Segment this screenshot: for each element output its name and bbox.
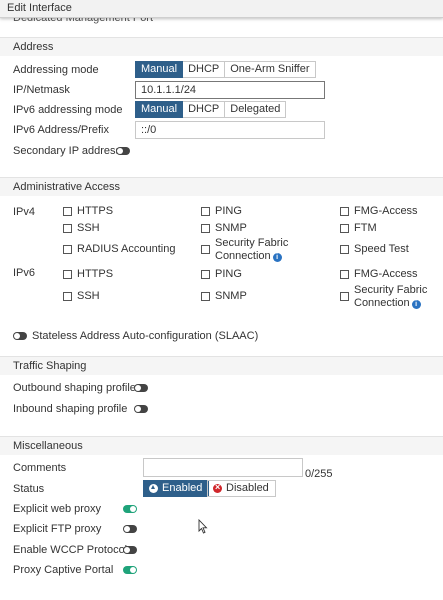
- mouse-cursor-icon: [198, 519, 208, 534]
- ipv6-mode-dhcp[interactable]: DHCP: [183, 101, 226, 118]
- ipv4-ftm-label: FTM: [354, 222, 377, 234]
- status-enabled-button[interactable]: Enabled: [143, 480, 210, 497]
- inbound-shaping-label: Inbound shaping profile: [13, 403, 128, 415]
- ip-netmask-label: IP/Netmask: [13, 84, 70, 96]
- secondary-ip-label: Secondary IP address: [13, 145, 122, 157]
- ipv4-fmg-access-label: FMG-Access: [354, 205, 418, 217]
- ipv4-label: IPv4: [13, 206, 36, 218]
- wccp-label: Enable WCCP Protocol: [13, 544, 128, 556]
- status-disabled-button[interactable]: Disabled: [207, 480, 276, 497]
- admin-access-section-header: Administrative Access: [0, 177, 443, 196]
- secondary-ip-toggle[interactable]: [116, 147, 130, 155]
- wccp-toggle[interactable]: [123, 546, 137, 554]
- ipv6-mode-manual[interactable]: Manual: [135, 101, 184, 118]
- ipv4-security-fabric-checkbox[interactable]: [201, 245, 210, 254]
- ipv4-security-fabric-connection: Connection i: [215, 250, 282, 262]
- ipv4-speed-test-label: Speed Test: [354, 243, 409, 255]
- ipv4-radius-accounting-label: RADIUS Accounting: [77, 243, 176, 255]
- ipv4-ping-checkbox[interactable]: [201, 207, 210, 216]
- ipv4-ftm-checkbox[interactable]: [340, 224, 349, 233]
- ipv4-security-fabric-label: Security Fabric: [215, 237, 289, 249]
- inbound-shaping-toggle[interactable]: [134, 405, 148, 413]
- status-label: Status: [13, 483, 45, 495]
- outbound-shaping-toggle[interactable]: [134, 384, 148, 392]
- explicit-web-proxy-label: Explicit web proxy: [13, 503, 102, 515]
- explicit-ftp-proxy-toggle[interactable]: [123, 525, 137, 533]
- ipv4-speed-test-checkbox[interactable]: [340, 245, 349, 254]
- admin-access-header-label: Administrative Access: [13, 181, 120, 193]
- ipv6-ssh-checkbox[interactable]: [63, 292, 72, 301]
- address-header-label: Address: [13, 41, 54, 53]
- arrow-up-circle-icon: [149, 484, 158, 493]
- ipv4-security-fabric-connection-label: Connection: [215, 250, 271, 262]
- addressing-mode-one-arm-sniffer[interactable]: One-Arm Sniffer: [225, 61, 316, 78]
- traffic-shaping-header-label: Traffic Shaping: [13, 360, 87, 372]
- explicit-web-proxy-toggle[interactable]: [123, 505, 137, 513]
- ipv4-https-label: HTTPS: [77, 205, 114, 217]
- ipv6-mode-delegated[interactable]: Delegated: [225, 101, 287, 118]
- ipv6-prefix-input[interactable]: ::/0: [135, 121, 325, 139]
- ipv6-snmp-label: SNMP: [215, 290, 247, 302]
- ipv4-fmg-access-checkbox[interactable]: [340, 207, 349, 216]
- x-circle-icon: [213, 481, 222, 494]
- ipv6-https-label: HTTPS: [77, 268, 114, 280]
- traffic-shaping-section-header: Traffic Shaping: [0, 356, 443, 375]
- misc-header-label: Miscellaneous: [13, 440, 83, 452]
- comments-label: Comments: [13, 462, 67, 474]
- status-enabled-label: Enabled: [162, 482, 203, 494]
- slaac-label: Stateless Address Auto-configuration (SL…: [32, 330, 259, 342]
- ipv4-ssh-checkbox[interactable]: [63, 224, 72, 233]
- ipv6-security-fabric-connection-label: Connection: [354, 297, 410, 309]
- ipv4-ssh-label: SSH: [77, 222, 100, 234]
- ipv6-security-fabric-label: Security Fabric: [354, 284, 428, 296]
- ipv6-ping-checkbox[interactable]: [201, 270, 210, 279]
- info-icon[interactable]: i: [411, 300, 421, 309]
- outbound-shaping-label: Outbound shaping profile: [13, 382, 136, 394]
- explicit-ftp-proxy-label: Explicit FTP proxy: [13, 523, 102, 535]
- ipv6-fmg-access-label: FMG-Access: [354, 268, 418, 280]
- address-section-header: Address: [0, 37, 443, 56]
- ipv4-ping-label: PING: [215, 205, 242, 217]
- ipv4-https-checkbox[interactable]: [63, 207, 72, 216]
- info-icon[interactable]: i: [272, 253, 282, 262]
- dialog-titlebar: Edit Interface: [0, 0, 443, 18]
- misc-section-header: Miscellaneous: [0, 436, 443, 455]
- ipv6-security-fabric-checkbox[interactable]: [340, 292, 349, 301]
- ipv6-security-fabric-connection: Connection i: [354, 297, 421, 309]
- ipv6-fmg-access-checkbox[interactable]: [340, 270, 349, 279]
- ipv6-ping-label: PING: [215, 268, 242, 280]
- comments-count: 0/255: [305, 468, 333, 480]
- ipv6-ssh-label: SSH: [77, 290, 100, 302]
- captive-portal-toggle[interactable]: [123, 566, 137, 574]
- ipv6-https-checkbox[interactable]: [63, 270, 72, 279]
- ipv6-addressing-mode-group: Manual DHCP Delegated: [135, 101, 287, 118]
- ipv4-snmp-checkbox[interactable]: [201, 224, 210, 233]
- captive-portal-label: Proxy Captive Portal: [13, 564, 114, 576]
- addressing-mode-manual[interactable]: Manual: [135, 61, 184, 78]
- ip-netmask-input[interactable]: 10.1.1.1/24: [135, 81, 325, 99]
- ipv4-radius-accounting-checkbox[interactable]: [63, 245, 72, 254]
- status-disabled-label: Disabled: [226, 482, 269, 494]
- addressing-mode-dhcp[interactable]: DHCP: [183, 61, 226, 78]
- comments-textarea[interactable]: [143, 458, 303, 477]
- addressing-mode-group: Manual DHCP One-Arm Sniffer: [135, 61, 316, 78]
- dialog-title: Edit Interface: [7, 2, 72, 14]
- ipv6-addressing-mode-label: IPv6 addressing mode: [13, 104, 123, 116]
- addressing-mode-label: Addressing mode: [13, 64, 99, 76]
- ipv6-label: IPv6: [13, 267, 36, 279]
- ipv4-snmp-label: SNMP: [215, 222, 247, 234]
- ipv6-snmp-checkbox[interactable]: [201, 292, 210, 301]
- ipv6-prefix-label: IPv6 Address/Prefix: [13, 124, 109, 136]
- slaac-toggle[interactable]: [13, 332, 27, 340]
